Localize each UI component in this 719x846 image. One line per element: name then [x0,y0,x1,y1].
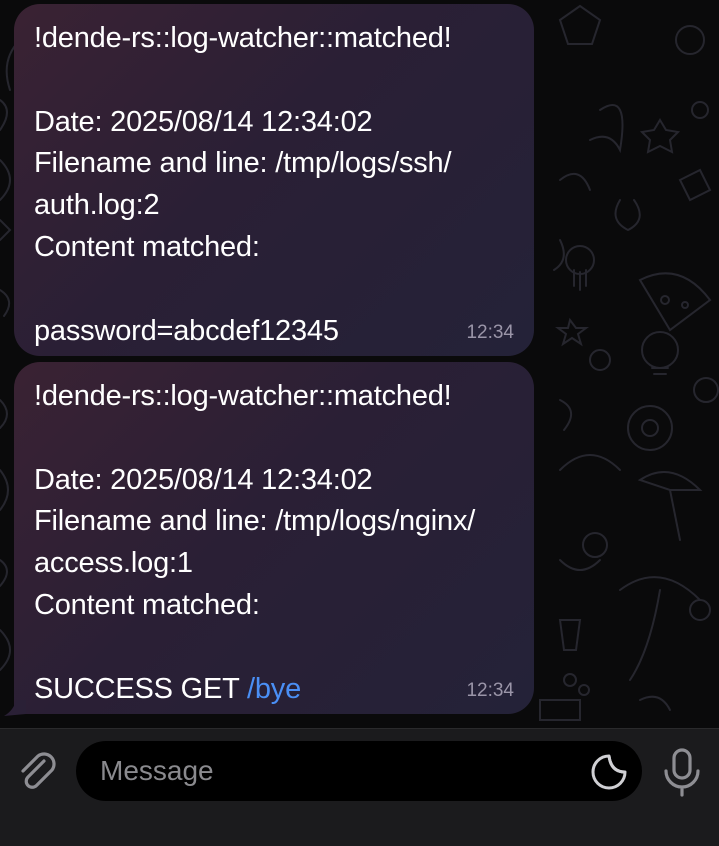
message-bubble[interactable]: !dende-rs::log-watcher::matched! Date: 2… [14,362,534,714]
message-line [34,418,514,460]
message-line: Content matched: [34,230,260,263]
message-line: access.log:1 [34,547,193,580]
message-line: auth.log:2 [34,189,160,222]
microphone-icon[interactable] [660,747,704,797]
message-line: !dende-rs::log-watcher::matched! [34,22,452,54]
message-line [34,627,514,669]
message-line-last: SUCCESS GET /bye [34,669,514,711]
chat-area[interactable]: !dende-rs::log-watcher::matched! Date: 2… [0,0,719,728]
sticker-icon[interactable] [590,753,628,791]
message-line [34,60,514,102]
paperclip-icon[interactable] [14,749,60,795]
message-line: Date: 2025/08/14 12:34:02 [34,463,373,496]
bot-command-link[interactable]: /bye [247,673,301,705]
message-line: password=abcdef12345 [34,314,339,347]
message-composer [0,728,719,846]
message-input[interactable] [76,741,642,801]
message-timestamp: 12:34 [466,680,514,701]
message-line: Filename and line: /tmp/logs/ssh/ [34,147,452,180]
message-line: Date: 2025/08/14 12:34:02 [34,105,373,138]
message-timestamp: 12:34 [466,322,514,343]
message-line: !dende-rs::log-watcher::matched! [34,380,452,412]
message-line: Filename and line: /tmp/logs/nginx/ [34,505,476,538]
bubble-tail [4,700,26,716]
message-line [34,269,514,311]
message-line: Content matched: [34,588,260,621]
message-bubble[interactable]: !dende-rs::log-watcher::matched! Date: 2… [14,4,534,356]
message-text: SUCCESS GET [34,672,248,705]
